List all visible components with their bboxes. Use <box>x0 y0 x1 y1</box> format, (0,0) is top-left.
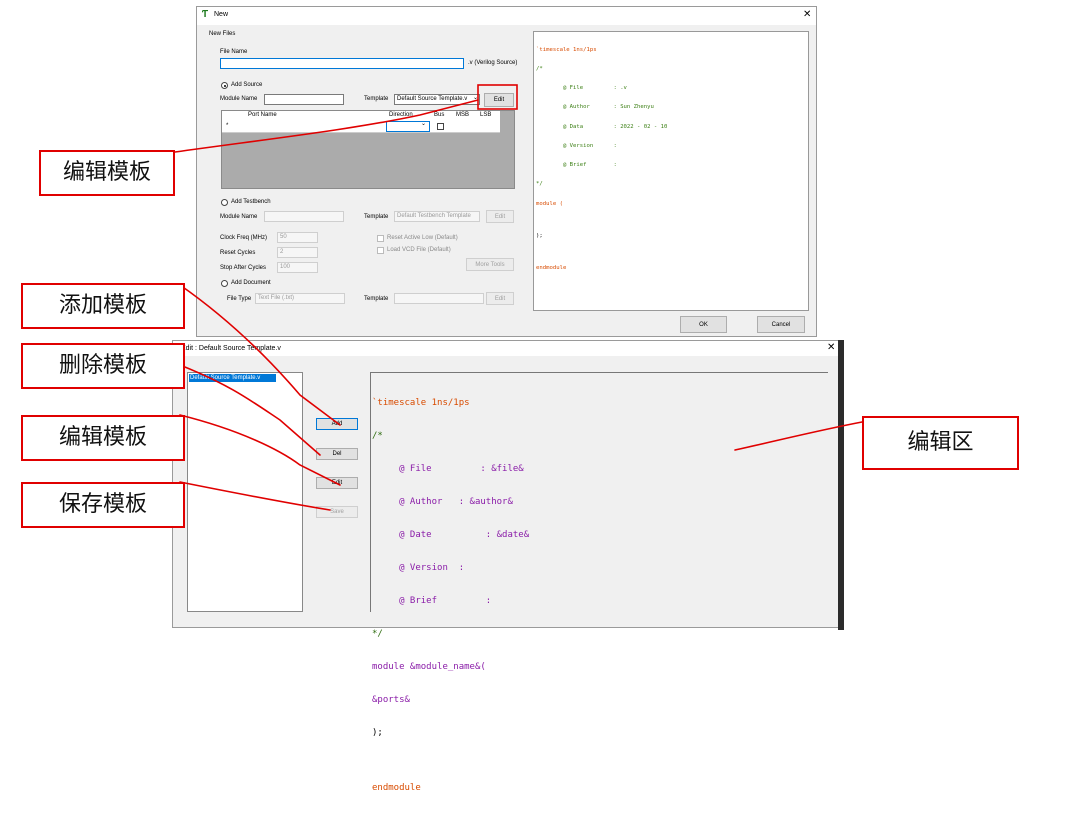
callout-edit-area: 编辑区 <box>862 416 1019 470</box>
editor-line: ); <box>372 728 383 738</box>
editor-line: &ports& <box>372 695 410 705</box>
editor-line: module &module_name&( <box>372 662 486 672</box>
arrow-delete <box>179 364 321 456</box>
arrow-add <box>179 284 341 426</box>
callout-save-template: 保存模板 <box>21 482 185 528</box>
arrow-save <box>179 481 331 511</box>
callout-edit-template-top: 编辑模板 <box>39 150 175 196</box>
edit-highlight-box <box>477 84 518 110</box>
arrow-edit <box>179 414 341 486</box>
callout-edit-template: 编辑模板 <box>21 415 185 461</box>
arrow-edit-top <box>174 99 479 153</box>
callout-add-template: 添加模板 <box>21 283 185 329</box>
arrow-edit-area <box>734 421 863 451</box>
editor-line: endmodule <box>372 783 421 793</box>
callout-delete-template: 删除模板 <box>21 343 185 389</box>
